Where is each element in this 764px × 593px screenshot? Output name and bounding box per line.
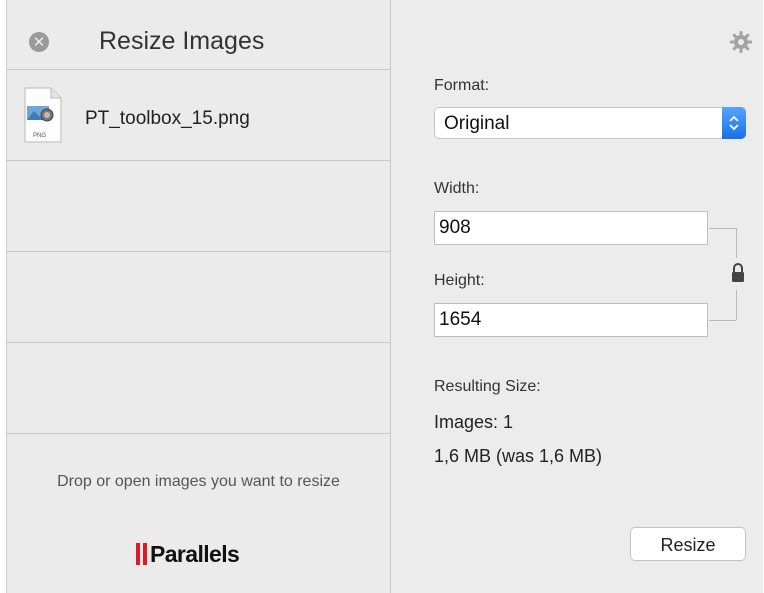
png-file-icon: PNG: [24, 87, 62, 143]
resulting-size-label: Resulting Size:: [434, 378, 541, 395]
file-size-summary: 1,6 MB (was 1,6 MB): [434, 446, 603, 466]
drop-hint: Drop or open images you want to resize: [57, 473, 340, 490]
aspect-link-line: [736, 228, 737, 258]
empty-slot: [7, 161, 390, 252]
settings-panel: Format: Original Width: Height: Res: [391, 0, 763, 593]
parallels-logo: Parallels: [136, 540, 240, 568]
height-label: Height:: [434, 272, 485, 289]
empty-slot: [7, 252, 390, 343]
resize-button[interactable]: Resize: [630, 527, 746, 561]
logo-text: Parallels: [150, 540, 240, 567]
file-type-label: PNG: [33, 133, 46, 139]
resize-images-window: ✕ Resize Images PNG PT_toolbox_15.png Dr…: [6, 0, 763, 593]
select-stepper[interactable]: [722, 107, 746, 139]
aspect-link-line: [709, 320, 736, 321]
close-icon[interactable]: ✕: [29, 32, 49, 52]
parallels-bars-icon: [136, 543, 147, 565]
aspect-link-line: [709, 228, 736, 229]
images-count: Images: 1: [434, 412, 514, 432]
width-field[interactable]: [434, 211, 708, 245]
file-list-item[interactable]: PNG PT_toolbox_15.png: [7, 70, 390, 161]
gear-icon[interactable]: [729, 30, 753, 54]
aspect-link-line: [736, 290, 737, 320]
panel-header: ✕ Resize Images: [7, 0, 390, 70]
chevron-up-down-icon: [729, 115, 739, 131]
height-input[interactable]: [439, 309, 699, 331]
format-value: Original: [444, 113, 510, 134]
format-label: Format:: [434, 77, 490, 94]
format-select[interactable]: Original: [434, 107, 746, 139]
file-name: PT_toolbox_15.png: [85, 108, 250, 129]
file-list-panel: ✕ Resize Images PNG PT_toolbox_15.png Dr…: [7, 0, 391, 593]
height-field[interactable]: [434, 303, 708, 337]
lock-icon[interactable]: [730, 262, 746, 284]
empty-slot: [7, 343, 390, 434]
width-input[interactable]: [439, 217, 699, 239]
window-title: Resize Images: [99, 27, 265, 55]
width-label: Width:: [434, 180, 480, 197]
